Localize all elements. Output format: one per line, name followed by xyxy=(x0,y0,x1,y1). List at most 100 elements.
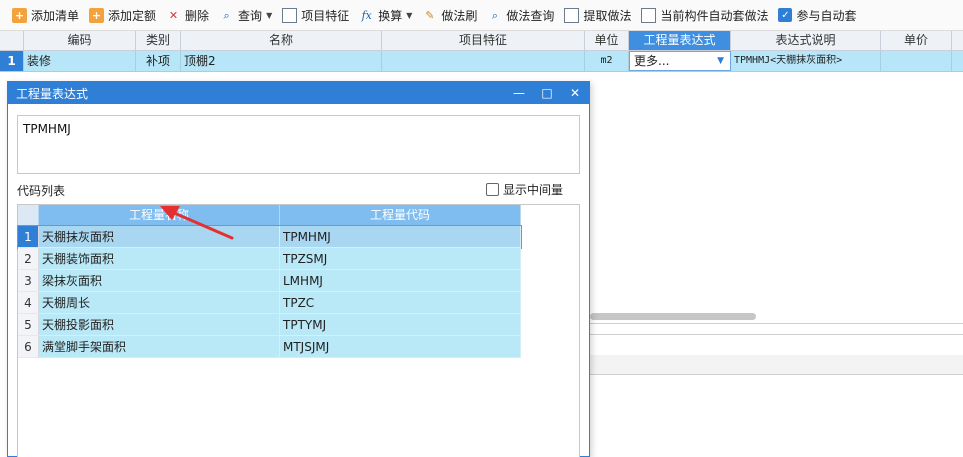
extract-method-label: 提取做法 xyxy=(583,8,632,23)
table-row[interactable]: 2 天棚装饰面积 TPZSMJ xyxy=(18,248,521,270)
table-row[interactable]: 1 天棚抹灰面积 TPMHMJ xyxy=(17,225,522,249)
show-intermediate-checkbox[interactable]: 显示中间量 xyxy=(486,181,563,198)
table-row[interactable]: 3 梁抹灰面积 LMHMJ xyxy=(18,270,521,292)
add-list-label: 添加清单 xyxy=(31,8,80,23)
cell-category[interactable]: 补项 xyxy=(136,51,181,71)
add-quota-label: 添加定额 xyxy=(108,8,157,23)
toolbar: + 添加清单 + 添加定额 ✕ 删除 ⌕ 查询 ▼ 项目特征 fx 换算 ▼ ✎… xyxy=(0,0,963,31)
table-row[interactable]: 1 装修 补项 顶棚2 m2 更多... ▼ TPMHMJ<天棚抹灰面积> xyxy=(0,51,963,72)
table-row[interactable]: 5 天棚投影面积 TPTYMJ xyxy=(18,314,521,336)
divider xyxy=(590,323,963,324)
method-brush-button[interactable]: ✎ 做法刷 xyxy=(418,3,481,27)
delete-icon: ✕ xyxy=(168,8,179,22)
add-list-icon: + xyxy=(12,7,27,23)
method-grid: 编码 类别 名称 项目特征 单位 工程量表达式 表达式说明 单价 1 装修 补项… xyxy=(0,31,963,72)
code-list-panel: 工程量名称 工程量代码 1 天棚抹灰面积 TPMHMJ 2 天棚装饰面积 TPZ… xyxy=(17,204,580,457)
expression-input-value: TPMHMJ xyxy=(23,122,71,136)
quantity-code[interactable]: MTJSJMJ xyxy=(280,336,521,358)
bottom-panel-strip xyxy=(590,355,963,375)
code-list-label: 代码列表 xyxy=(17,184,66,198)
divider xyxy=(590,334,963,335)
checkbox-checked-icon[interactable]: ✓ xyxy=(778,8,793,22)
search-label: 查询 xyxy=(238,8,263,23)
participate-auto-label: 参与自动套 xyxy=(796,8,857,23)
grid-header-category[interactable]: 类别 xyxy=(136,31,181,50)
project-feature-label: 项目特征 xyxy=(301,8,350,23)
grid-header-description[interactable]: 表达式说明 xyxy=(731,31,881,50)
grid-header-price[interactable]: 单价 xyxy=(881,31,952,50)
participate-auto-checkbox[interactable]: ✓ 参与自动套 xyxy=(774,3,860,27)
show-intermediate-label: 显示中间量 xyxy=(503,183,564,197)
cell-unit[interactable]: m2 xyxy=(585,51,629,71)
horizontal-scrollbar[interactable] xyxy=(590,313,756,320)
auto-apply-button[interactable]: 当前构件自动套做法 xyxy=(637,3,772,27)
quantity-code[interactable]: LMHMJ xyxy=(280,270,521,292)
quantity-code[interactable]: TPTYMJ xyxy=(280,314,521,336)
expression-input[interactable]: TPMHMJ xyxy=(17,115,580,174)
grid-header-expression[interactable]: 工程量表达式 xyxy=(629,31,731,50)
grid-header-feature[interactable]: 项目特征 xyxy=(382,31,585,50)
cell-feature[interactable] xyxy=(382,51,585,71)
code-list-header: 工程量名称 工程量代码 xyxy=(18,205,521,226)
annotation-arrow-icon xyxy=(160,206,234,240)
convert-button[interactable]: fx 换算 ▼ xyxy=(355,3,416,27)
quantity-name[interactable]: 天棚装饰面积 xyxy=(39,248,280,270)
row-index: 1 xyxy=(0,51,24,71)
dialog-title: 工程量表达式 xyxy=(16,86,89,101)
extract-method-button[interactable]: 提取做法 xyxy=(560,3,635,27)
quantity-name[interactable]: 天棚投影面积 xyxy=(39,314,280,336)
quantity-code[interactable]: TPMHMJ xyxy=(280,226,521,248)
grid-header-name[interactable]: 名称 xyxy=(181,31,382,50)
table-row[interactable]: 4 天棚周长 TPZC xyxy=(18,292,521,314)
expression-dropdown-value: 更多... xyxy=(634,54,670,68)
code-list-header-index xyxy=(18,205,39,226)
brush-icon: ✎ xyxy=(425,8,435,22)
add-quota-button[interactable]: + 添加定额 xyxy=(85,3,160,27)
search-icon: ⌕ xyxy=(223,8,230,22)
quantity-name[interactable]: 满堂脚手架面积 xyxy=(39,336,280,358)
checkbox-unchecked-icon[interactable] xyxy=(486,183,499,196)
method-query-label: 做法查询 xyxy=(506,8,555,23)
auto-apply-label: 当前构件自动套做法 xyxy=(660,8,769,23)
row-index: 6 xyxy=(18,336,39,358)
cell-price[interactable] xyxy=(881,51,952,71)
quantity-name[interactable]: 天棚周长 xyxy=(39,292,280,314)
quantity-code[interactable]: TPZC xyxy=(280,292,521,314)
close-icon[interactable]: ✕ xyxy=(561,82,589,104)
cell-name[interactable]: 顶棚2 xyxy=(181,51,382,71)
quantity-code[interactable]: TPZSMJ xyxy=(280,248,521,270)
dialog-title-bar[interactable]: 工程量表达式 — □ ✕ xyxy=(8,82,589,104)
chevron-down-icon[interactable]: ▼ xyxy=(266,11,272,20)
row-index: 3 xyxy=(18,270,39,292)
delete-button[interactable]: ✕ 删除 xyxy=(162,3,213,27)
method-query-button[interactable]: ⌕ 做法查询 xyxy=(483,3,558,27)
grid-header-code[interactable]: 编码 xyxy=(24,31,136,50)
convert-label: 换算 xyxy=(378,8,403,23)
grid-header: 编码 类别 名称 项目特征 单位 工程量表达式 表达式说明 单价 xyxy=(0,31,963,51)
extract-icon xyxy=(564,7,580,23)
add-list-button[interactable]: + 添加清单 xyxy=(8,3,83,27)
search-button[interactable]: ⌕ 查询 ▼ xyxy=(215,3,276,27)
table-row[interactable]: 6 满堂脚手架面积 MTJSJMJ xyxy=(18,336,521,358)
quantity-name[interactable]: 梁抹灰面积 xyxy=(39,270,280,292)
minimize-icon[interactable]: — xyxy=(505,82,533,104)
project-feature-button[interactable]: 项目特征 xyxy=(278,3,353,27)
code-list-header-code[interactable]: 工程量代码 xyxy=(280,205,521,226)
chevron-down-icon[interactable]: ▼ xyxy=(717,52,724,70)
row-index: 4 xyxy=(18,292,39,314)
maximize-icon[interactable]: □ xyxy=(533,82,561,104)
row-index: 2 xyxy=(18,248,39,270)
cell-code[interactable]: 装修 xyxy=(24,51,136,71)
auto-apply-icon xyxy=(641,7,657,23)
method-query-icon: ⌕ xyxy=(491,8,498,22)
chevron-down-icon[interactable]: ▼ xyxy=(406,11,412,20)
grid-header-unit[interactable]: 单位 xyxy=(585,31,629,50)
add-quota-icon: + xyxy=(89,7,105,23)
delete-label: 删除 xyxy=(185,8,210,23)
cell-description[interactable]: TPMHMJ<天棚抹灰面积> xyxy=(731,51,881,71)
fx-icon: fx xyxy=(361,8,372,22)
expression-dialog: 工程量表达式 — □ ✕ TPMHMJ 代码列表 显示中间量 工程量名称 工程量… xyxy=(7,81,590,457)
row-index: 5 xyxy=(18,314,39,336)
expression-dropdown[interactable]: 更多... ▼ xyxy=(629,51,731,71)
row-index: 1 xyxy=(18,226,39,248)
